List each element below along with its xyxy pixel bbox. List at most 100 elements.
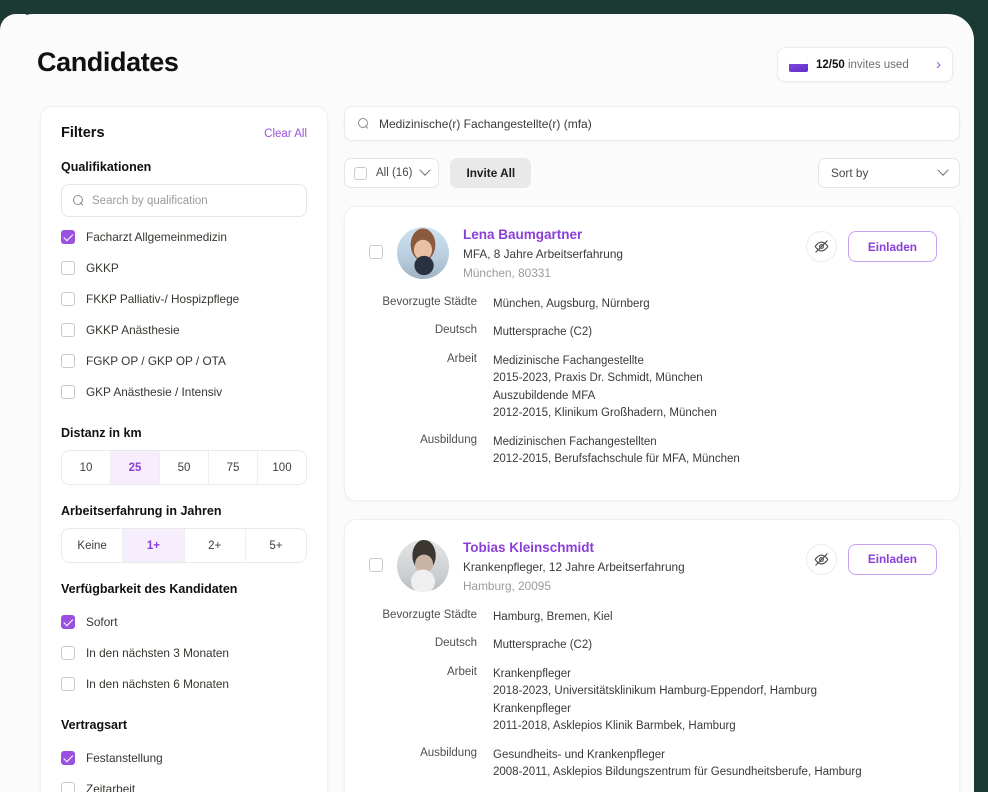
- qualification-option-4[interactable]: FGKP OP / GKP OP / OTA: [61, 345, 307, 376]
- invite-button[interactable]: Einladen: [847, 543, 937, 575]
- checkbox-icon[interactable]: [61, 229, 75, 244]
- contract-option-1[interactable]: Zeitarbeit: [61, 773, 307, 792]
- education-line: 2008-2011, Asklepios Bildungszentrum für…: [493, 766, 862, 779]
- qualification-option-5[interactable]: GKP Anästhesie / Intensiv: [61, 376, 307, 407]
- qualification-option-0[interactable]: Facharzt Allgemeinmedizin: [61, 221, 307, 252]
- checkbox-icon[interactable]: [61, 614, 75, 629]
- filters-header: Filters Clear All: [61, 125, 307, 141]
- availability-option-1[interactable]: In den nächsten 3 Monaten: [61, 637, 307, 668]
- invite-all-button[interactable]: Invite All: [450, 158, 532, 188]
- distance-option-10[interactable]: 10: [62, 451, 111, 484]
- work-line: 2012-2015, Klinikum Großhadern, München: [493, 407, 717, 420]
- filters-sidebar: Filters Clear All Qualifikationen Fachar…: [40, 106, 328, 792]
- experience-option-1plus[interactable]: 1+: [123, 529, 185, 562]
- candidate-name[interactable]: Tobias Kleinschmidt: [463, 540, 685, 555]
- experience-option-keine[interactable]: Keine: [62, 529, 124, 562]
- detail-row-education: Ausbildung Gesundheits- und Krankenpfleg…: [369, 747, 937, 782]
- experience-option-2plus[interactable]: 2+: [185, 529, 246, 562]
- option-label: Facharzt Allgemeinmedizin: [86, 229, 227, 244]
- education-line: Gesundheits- und Krankenpfleger: [493, 748, 665, 761]
- work-line: Auszubildende MFA: [493, 389, 596, 402]
- distance-segmented-control: 10 25 50 75 100: [61, 450, 307, 485]
- candidate-identity: Lena Baumgartner MFA, 8 Jahre Arbeitserf…: [463, 227, 623, 280]
- candidate-role: MFA, 8 Jahre Arbeitserfahrung: [463, 247, 623, 261]
- detail-row-work: Arbeit Krankenpfleger 2018-2023, Univers…: [369, 666, 937, 736]
- checkbox-icon[interactable]: [61, 353, 75, 368]
- detail-label: Arbeit: [446, 665, 477, 678]
- qualification-options: Facharzt Allgemeinmedizin GKKP FKKP Pall…: [61, 221, 307, 407]
- checkbox-icon[interactable]: [61, 781, 75, 792]
- chevron-down-icon[interactable]: [937, 164, 949, 176]
- detail-label: Ausbildung: [420, 746, 477, 759]
- hide-candidate-icon[interactable]: [805, 231, 837, 262]
- checkbox-icon[interactable]: [61, 676, 75, 691]
- candidate-identity: Tobias Kleinschmidt Krankenpfleger, 12 J…: [463, 540, 685, 593]
- distance-option-50[interactable]: 50: [160, 451, 209, 484]
- search-bar[interactable]: [344, 106, 960, 141]
- work-line: 2015-2023, Praxis Dr. Schmidt, München: [493, 372, 703, 385]
- detail-label: Deutsch: [434, 324, 477, 337]
- detail-row-german: Deutsch Muttersprache (C2): [369, 324, 937, 341]
- candidate-name[interactable]: Lena Baumgartner: [463, 227, 623, 242]
- select-all-dropdown[interactable]: All (16): [344, 158, 440, 188]
- option-label: In den nächsten 6 Monaten: [86, 676, 229, 691]
- option-label: FKKP Palliativ-/ Hospizpflege: [86, 291, 240, 306]
- invites-label: invites used: [847, 58, 909, 71]
- qualification-option-1[interactable]: GKKP: [61, 252, 307, 283]
- chevron-right-icon[interactable]: ›: [936, 57, 941, 72]
- option-label: GKP Anästhesie / Intensiv: [86, 384, 223, 399]
- education-line: Medizinischen Fachangestellten: [493, 435, 657, 448]
- envelope-icon: [789, 57, 808, 72]
- checkbox-icon[interactable]: [61, 750, 75, 765]
- checkbox-icon[interactable]: [354, 166, 367, 180]
- distance-option-25[interactable]: 25: [111, 451, 160, 484]
- contract-option-0[interactable]: Festanstellung: [61, 742, 307, 773]
- invite-button[interactable]: Einladen: [847, 231, 937, 262]
- invites-used-badge[interactable]: 12/50 invites used ›: [777, 47, 953, 82]
- search-input[interactable]: [379, 116, 946, 131]
- candidate-details: Bevorzugte Städte Hamburg, Bremen, Kiel …: [369, 609, 937, 782]
- sort-by-select[interactable]: Sort by: [818, 158, 960, 188]
- qualification-search-input[interactable]: [92, 194, 295, 207]
- detail-row-cities: Bevorzugte Städte München, Augsburg, Nür…: [369, 296, 937, 313]
- page-title: Candidates: [37, 47, 179, 77]
- availability-option-2[interactable]: In den nächsten 6 Monaten: [61, 668, 307, 699]
- results-toolbar: All (16) Invite All Sort by: [344, 158, 960, 188]
- checkbox-icon[interactable]: [61, 291, 75, 306]
- qualification-search[interactable]: [61, 184, 307, 217]
- detail-row-education: Ausbildung Medizinischen Fachangestellte…: [369, 434, 937, 469]
- option-label: GKKP: [86, 260, 119, 275]
- distance-option-100[interactable]: 100: [258, 451, 306, 484]
- filters-title: Filters: [61, 125, 105, 141]
- detail-label: Deutsch: [434, 637, 477, 650]
- results-column: All (16) Invite All Sort by: [344, 106, 960, 792]
- candidate-checkbox[interactable]: [369, 245, 383, 259]
- detail-value: Medizinischen Fachangestellten 2012-2015…: [493, 434, 740, 469]
- education-line: 2012-2015, Berufsfachschule für MFA, Mün…: [493, 453, 740, 466]
- work-line: 2011-2018, Asklepios Klinik Barmbek, Ham…: [493, 720, 736, 733]
- qualification-option-3[interactable]: GKKP Anästhesie: [61, 314, 307, 345]
- detail-row-work: Arbeit Medizinische Fachangestellte 2015…: [369, 353, 937, 423]
- detail-value: Medizinische Fachangestellte 2015-2023, …: [493, 353, 717, 423]
- page-header: Candidates 12/50 invites used ›: [14, 14, 974, 100]
- availability-options: Sofort In den nächsten 3 Monaten In den …: [61, 606, 307, 699]
- checkbox-icon[interactable]: [61, 645, 75, 660]
- contract-options: Festanstellung Zeitarbeit Ausbildung: [61, 742, 307, 792]
- experience-option-5plus[interactable]: 5+: [246, 529, 306, 562]
- clear-all-button[interactable]: Clear All: [264, 128, 307, 140]
- hide-candidate-icon[interactable]: [805, 543, 837, 575]
- distance-option-75[interactable]: 75: [209, 451, 258, 484]
- card-actions: Einladen: [805, 543, 937, 575]
- option-label: Festanstellung: [86, 750, 163, 765]
- availability-option-0[interactable]: Sofort: [61, 606, 307, 637]
- checkbox-icon[interactable]: [61, 260, 75, 275]
- checkbox-icon[interactable]: [61, 322, 75, 337]
- qualification-option-2[interactable]: FKKP Palliativ-/ Hospizpflege: [61, 283, 307, 314]
- candidate-card: Einladen Lena Baumgartner MFA, 8 Jahre A…: [344, 206, 960, 501]
- checkbox-icon[interactable]: [61, 384, 75, 399]
- candidate-checkbox[interactable]: [369, 557, 383, 572]
- chevron-down-icon[interactable]: [419, 164, 432, 176]
- option-label: FGKP OP / GKP OP / OTA: [86, 353, 226, 368]
- search-icon: [358, 118, 369, 129]
- detail-value: Muttersprache (C2): [493, 326, 593, 339]
